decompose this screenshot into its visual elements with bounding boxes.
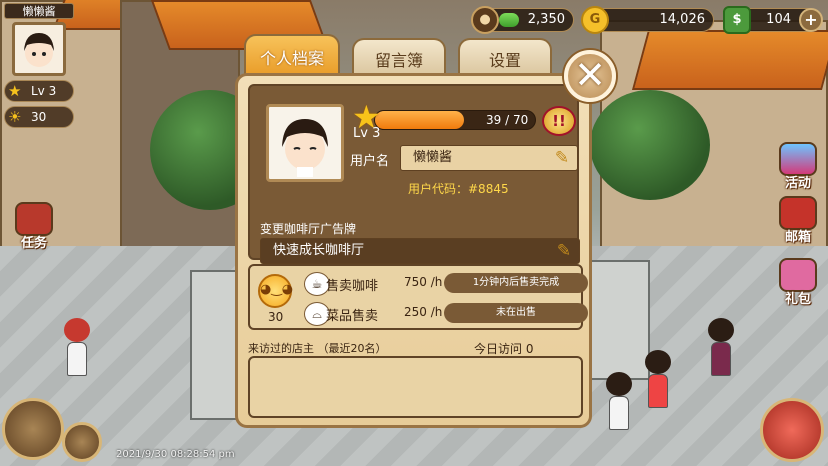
quest-scroll-icon — [15, 202, 53, 236]
xp-progress-fill — [375, 111, 465, 129]
edit-username-pencil-icon[interactable]: ✎ — [551, 146, 573, 170]
mailbox-icon — [779, 196, 817, 230]
tab-guestbook[interactable]: 留言簿 — [352, 38, 446, 78]
visitors-title: 来访过的店主 （最近20名） — [248, 342, 387, 355]
user-code: 用户代码：#8845 — [408, 182, 509, 196]
add-cash-button[interactable]: + — [799, 8, 823, 32]
star-icon: ★ — [8, 82, 22, 100]
sun-icon: ☀ — [8, 108, 22, 126]
edit-sign-pencil-icon[interactable]: ✎ — [553, 239, 575, 263]
coffee-sales-status: 1分钟内后售卖完成 — [444, 273, 588, 293]
sign-label: 变更咖啡厅广告牌 — [260, 222, 357, 236]
close-button[interactable]: ✕ — [564, 50, 616, 102]
username-field[interactable]: 懒懒酱 ✎ — [400, 145, 578, 171]
tab-settings[interactable]: 设置 — [458, 38, 552, 78]
username-label: 用户名 — [350, 154, 390, 169]
sun-value: 30 — [268, 310, 284, 324]
camera-button[interactable] — [62, 422, 102, 462]
profile-avatar[interactable] — [266, 104, 344, 182]
profile-panel: ★ Lv 3 39 / 70 !! 用户名 懒懒酱 ✎ 用户代码：#8845 变… — [235, 73, 592, 428]
sales-stats: ◕‿◕ 30 ☕ 售卖咖啡 750 /h 1分钟内后售卖完成 ⌓ 菜品售卖 25… — [248, 264, 588, 330]
cafe-sign-field[interactable]: 快速成长咖啡厅 ✎ — [260, 238, 580, 264]
event-confetti-icon — [779, 142, 817, 176]
today-visits: 今日访问 0 — [474, 342, 534, 356]
mailbox-button[interactable]: 邮箱 — [774, 196, 822, 245]
profile-level: Lv 3 — [353, 126, 381, 141]
sun-face-icon: ◕‿◕ — [258, 274, 293, 308]
dish-sales-status: 未在出售 — [444, 303, 588, 323]
visitors-header: 来访过的店主 （最近20名） 今日访问 0 — [248, 338, 583, 356]
visitors-list[interactable] — [248, 356, 583, 418]
coin-counter: G 14,026 — [581, 6, 714, 34]
player-avatar[interactable] — [12, 22, 66, 76]
quest-button[interactable]: 任务 — [10, 202, 58, 251]
player-level-badge: ★ Lv 3 — [4, 80, 74, 102]
cash-counter: $ 104 + — [723, 6, 823, 34]
coin-icon: G — [581, 6, 609, 34]
timestamp: 2021/9/30 08:28:54 pm — [116, 449, 235, 460]
profile-tabs: 个人档案 留言簿 设置 — [244, 34, 552, 78]
player-hud: 懒懒酱 ★ Lv 3 ☀ 30 — [4, 3, 74, 128]
player-sun-badge: ☀ 30 — [4, 106, 74, 128]
home-button[interactable] — [760, 398, 824, 462]
level-reward-gift-icon[interactable]: !! — [542, 106, 576, 136]
coffee-bean-counter: ● 2,350 — [471, 6, 574, 34]
profile-info-section: ★ Lv 3 39 / 70 !! 用户名 懒懒酱 ✎ 用户代码：#8845 变… — [248, 84, 580, 264]
gift-pack-button[interactable]: 礼包 — [774, 258, 822, 307]
friends-button[interactable] — [2, 398, 64, 460]
player-nickname: 懒懒酱 — [4, 3, 74, 19]
xp-text: 39 / 70 — [486, 113, 529, 127]
gift-box-icon — [779, 258, 817, 292]
coffee-bean-icon: ● — [471, 6, 499, 34]
cash-icon: $ — [723, 6, 751, 34]
tab-profile[interactable]: 个人档案 — [244, 34, 340, 78]
event-button[interactable]: 活动 — [774, 142, 822, 191]
